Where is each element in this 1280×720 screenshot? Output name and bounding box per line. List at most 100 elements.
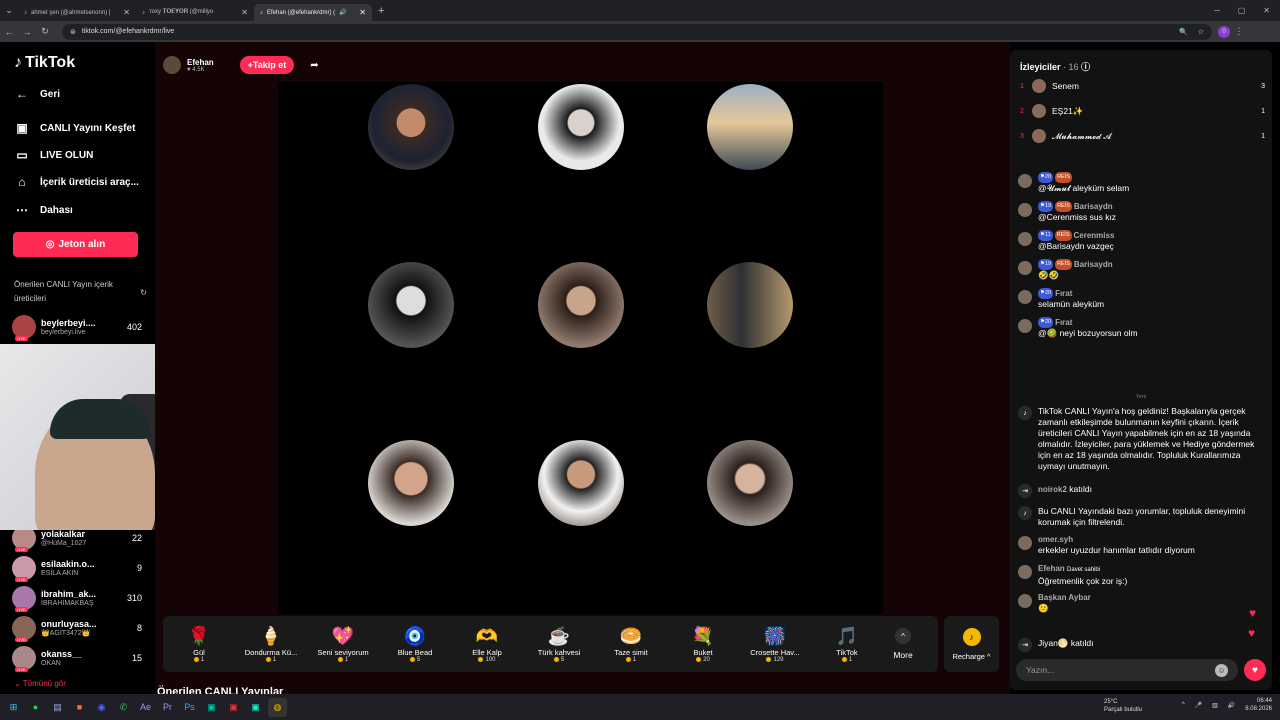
emoji-icon[interactable]: ☺ (1215, 663, 1228, 677)
chat-message[interactable]: omer.syh erkekler uyuzdur hanımlar tatlıd… (1018, 534, 1266, 556)
help-icon[interactable]: ⓘ (1081, 62, 1090, 72)
guest-video[interactable] (707, 84, 793, 170)
sidebar-item-more[interactable]: ⋯ Dahası (14, 203, 73, 217)
chat-message[interactable]: ⚑20 Fırat @🥝 neyi bozuyorsun olm (1018, 317, 1266, 339)
get-coins-button[interactable]: ◎ Jeton alın (13, 232, 138, 257)
back-icon[interactable]: ← (0, 27, 18, 37)
creator-item[interactable]: LIVE beylerbeyi.... beylerbeyi.live 402 (12, 314, 142, 341)
guest-video[interactable] (368, 84, 454, 170)
chat-message[interactable]: ⚑11 REİS Cerenmiss @Barisaydn vazgeç (1018, 230, 1266, 252)
audio-icon[interactable]: 🔊 (339, 9, 346, 16)
network-icon[interactable]: ▥ (1212, 702, 1218, 709)
host-avatar[interactable] (163, 56, 181, 74)
new-tab-button[interactable]: + (378, 5, 384, 17)
forward-icon[interactable]: → (18, 27, 36, 37)
profile-avatar[interactable]: 0 (1218, 25, 1230, 38)
close-tab-icon[interactable]: ✕ (123, 8, 130, 17)
whatsapp-icon[interactable]: ✆ (114, 698, 133, 717)
chat-message[interactable]: ⚑20 Fırat selamün aleyküm (1018, 288, 1266, 310)
photoshop-icon[interactable]: Ps (180, 698, 199, 717)
chat-message[interactable]: Başkan Aybar 😕 (1018, 592, 1266, 614)
sidebar-item-creator-tools[interactable]: ⌂ İçerik üreticisi araç... (14, 175, 139, 189)
chat-input[interactable]: Yazın... ☺ (1016, 659, 1238, 681)
top-viewer[interactable]: 3 𝓜𝓾𝓱𝓪𝓶𝓶𝓮𝓭 𝓐 1 (1020, 127, 1265, 145)
close-tab-icon[interactable]: ✕ (359, 8, 366, 17)
sidebar-item-go-live[interactable]: ▭ LIVE OLUN (14, 148, 93, 162)
gift-item[interactable]: 🌹 Gül 1 (163, 624, 235, 663)
chat-message[interactable]: Efehan Davet sahibi Öğretmenlik çok zor i… (1018, 563, 1266, 587)
guest-video[interactable] (538, 84, 624, 170)
gift-name: TikTok (836, 648, 858, 658)
viewers-header[interactable]: İzleyiciler · 16 ⓘ (1020, 60, 1090, 73)
refresh-icon[interactable]: ↻ (140, 286, 147, 300)
gift-item[interactable]: 🥯 Taze simit 1 (595, 624, 667, 663)
close-tab-icon[interactable]: ✕ (241, 8, 248, 17)
follow-button[interactable]: +Takip et (239, 56, 295, 74)
creator-item[interactable]: LIVE ibrahim_ak... İBRAHİMAKBAŞ 310 (12, 585, 142, 612)
window-close-icon[interactable]: ✕ (1263, 6, 1270, 15)
clock[interactable]: 06:44 8.08.2026 (1245, 697, 1272, 713)
more-gifts-button[interactable]: ^ More (883, 628, 923, 660)
top-viewer[interactable]: 1 Senem 3 (1020, 77, 1265, 95)
mic-icon[interactable]: 🎤 (1195, 702, 1202, 709)
after-effects-icon[interactable]: Ae (136, 698, 155, 717)
volume-icon[interactable]: 🔊 (1228, 702, 1235, 709)
gift-item[interactable]: 🧿 Blue Bead 5 (379, 624, 451, 663)
spotify-icon[interactable]: ● (26, 698, 45, 717)
browser-tab-2[interactable]: ♪ тоху 𝐓𝐎𝐄𝐘𝐎𝐑 (@millyo ✕ (136, 4, 254, 21)
site-info-icon[interactable]: ⊜ (70, 28, 76, 36)
chat-message[interactable]: ⚑19 REİS Barisaydn @Cerenmiss sus kız (1018, 201, 1266, 223)
guest-video[interactable] (707, 262, 793, 348)
gift-item[interactable]: 🫶 Elle Kalp 100 (451, 624, 523, 663)
browser-tab-1[interactable]: ♪ ahmet şen (@ahmetsenonn) | ✕ (18, 4, 136, 21)
app-icon[interactable]: ▣ (202, 698, 221, 717)
viewer-rank: 3 (1020, 132, 1024, 140)
browser-menu-icon[interactable]: ⋮ (1230, 26, 1248, 37)
host-name[interactable]: Efehan (187, 58, 214, 67)
gift-item[interactable]: ☕ Türk kahvesi 5 (523, 624, 595, 663)
gift-item[interactable]: 🍦 Dondurma Kü... 1 (235, 624, 307, 663)
chat-message[interactable]: ⚑19 REİS Barisaydn 🤣🤣 (1018, 259, 1266, 281)
creator-item[interactable]: LIVE okanss__ OKAN 15 (12, 645, 142, 672)
premiere-icon[interactable]: Pr (158, 698, 177, 717)
tab-list-icon[interactable]: ⌄ (0, 5, 18, 16)
reload-icon[interactable]: ↻ (36, 26, 54, 37)
discord-icon[interactable]: ◉ (92, 698, 111, 717)
creator-item[interactable]: LIVE onurluyasa... 👑AGİT3472👑 8 (12, 615, 142, 642)
chrome-icon[interactable]: ◍ (268, 697, 287, 717)
back-button[interactable]: ← Geri (14, 87, 60, 101)
minimize-icon[interactable]: ─ (1214, 6, 1220, 15)
app-icon[interactable]: ▣ (224, 698, 243, 717)
chat-username[interactable]: noirok2 (1038, 485, 1067, 494)
gift-item[interactable]: 🎵 TikTok 1 (811, 624, 883, 663)
guest-video[interactable] (368, 262, 454, 348)
app-icon[interactable]: ■ (70, 698, 89, 717)
guest-video[interactable] (368, 440, 454, 526)
terminal-icon[interactable]: ▤ (48, 698, 67, 717)
gift-item[interactable]: 💐 Buket 20 (667, 624, 739, 663)
creator-item[interactable]: LIVE esilaakin.o... ESİLA AKIN 9 (12, 555, 142, 582)
weather-widget[interactable]: 25°C Parçalı bulutlu (1104, 698, 1142, 714)
windows-start-icon[interactable]: ⊞ (4, 698, 23, 717)
guest-video[interactable] (707, 440, 793, 526)
app-icon[interactable]: ▣ (246, 698, 265, 717)
gift-item[interactable]: 💖 Seni seviyorum 1 (307, 624, 379, 663)
chat-message[interactable]: ⚑20 REİS @𝓤𝓶𝓾𝓽 aleyküm selam (1018, 172, 1266, 194)
browser-tab-3[interactable]: ♪ Efehan (@efehankrdmr) (🔊 ✕ (254, 4, 372, 21)
guest-video[interactable] (538, 262, 624, 348)
recharge-button[interactable]: ♪ Recharge ^ (944, 616, 999, 672)
maximize-icon[interactable]: ▢ (1238, 6, 1246, 15)
sidebar-item-explore-live[interactable]: ▣ CANLI Yayını Keşfet (14, 121, 135, 135)
url-field[interactable]: ⊜ tiktok.com/@efehankrdmr/live 🔍 ☆ (62, 23, 1212, 40)
guest-video[interactable] (538, 440, 624, 526)
bookmark-star-icon[interactable]: ☆ (1198, 28, 1204, 36)
top-viewer[interactable]: 2 EŞ21✨ 1 (1020, 102, 1265, 120)
gift-item[interactable]: 🎆 Crosette Hav... 129 (739, 624, 811, 663)
tiktok-logo[interactable]: ♪ TikTok (14, 54, 75, 72)
share-icon[interactable]: ➦ (310, 60, 318, 71)
see-all-link[interactable]: ⌄ Tümünü gör (14, 679, 66, 688)
like-button[interactable]: ♥ (1244, 659, 1266, 681)
chat-username[interactable]: Jiyan🌕 (1038, 638, 1068, 648)
zoom-icon[interactable]: 🔍 (1179, 28, 1188, 36)
tray-chevron-icon[interactable]: ^ (1182, 702, 1185, 708)
